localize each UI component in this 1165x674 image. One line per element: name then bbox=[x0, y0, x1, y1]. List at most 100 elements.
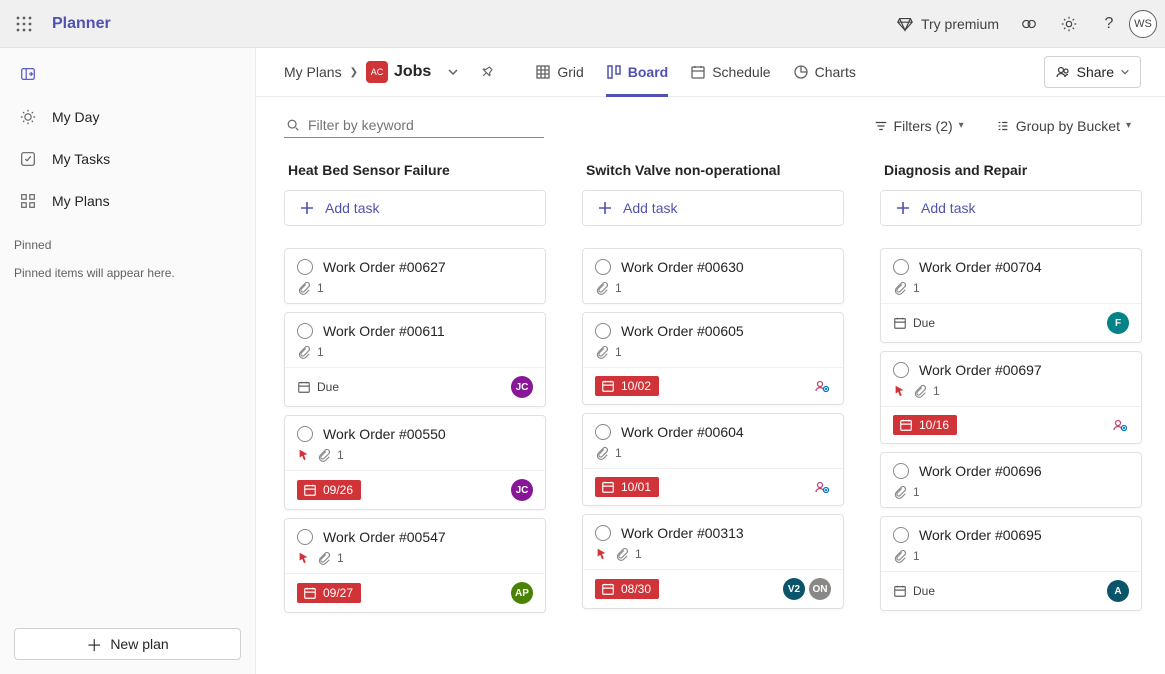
tab-board[interactable]: Board bbox=[606, 48, 668, 97]
app-brand[interactable]: Planner bbox=[52, 15, 111, 33]
assignee-avatars[interactable]: JC bbox=[511, 479, 533, 501]
complete-task-radio[interactable] bbox=[893, 463, 909, 479]
task-card[interactable]: Work Order #006951DueA bbox=[880, 516, 1142, 611]
task-title[interactable]: Work Order #00550 bbox=[323, 426, 446, 442]
task-title[interactable]: Work Order #00547 bbox=[323, 529, 446, 545]
task-card[interactable]: Work Order #00697110/16 bbox=[880, 351, 1142, 444]
copilot-button[interactable] bbox=[1009, 8, 1049, 40]
tab-grid[interactable]: Grid bbox=[535, 48, 583, 97]
due-date-badge[interactable]: Due bbox=[893, 316, 935, 330]
task-card[interactable]: Work Order #00604110/01 bbox=[582, 413, 844, 506]
complete-task-radio[interactable] bbox=[595, 323, 611, 339]
assignee-avatar[interactable]: A bbox=[1107, 580, 1129, 602]
share-button[interactable]: Share bbox=[1044, 56, 1141, 88]
board-scroll[interactable]: Heat Bed Sensor FailureAdd taskWork Orde… bbox=[256, 148, 1165, 674]
plan-title[interactable]: Jobs bbox=[394, 63, 431, 81]
new-plan-button[interactable]: ＋ New plan bbox=[14, 628, 241, 660]
complete-task-radio[interactable] bbox=[595, 424, 611, 440]
task-title[interactable]: Work Order #00696 bbox=[919, 463, 1042, 479]
due-date-badge[interactable]: Due bbox=[297, 380, 339, 394]
plan-menu-dropdown[interactable] bbox=[441, 60, 465, 84]
task-footer: 08/30 V2ON bbox=[583, 569, 843, 608]
add-task-button[interactable]: Add task bbox=[582, 190, 844, 226]
assignee-avatars[interactable]: F bbox=[1107, 312, 1129, 334]
settings-button[interactable] bbox=[1049, 8, 1089, 40]
complete-task-radio[interactable] bbox=[893, 527, 909, 543]
task-title[interactable]: Work Order #00695 bbox=[919, 527, 1042, 543]
bucket-title[interactable]: Switch Valve non-operational bbox=[582, 156, 844, 190]
tab-charts[interactable]: Charts bbox=[793, 48, 856, 97]
bucket-title[interactable]: Heat Bed Sensor Failure bbox=[284, 156, 546, 190]
attachment-icon bbox=[913, 384, 927, 398]
due-date-badge[interactable]: 09/26 bbox=[297, 480, 361, 500]
task-title[interactable]: Work Order #00627 bbox=[323, 259, 446, 275]
task-title[interactable]: Work Order #00313 bbox=[621, 525, 744, 541]
breadcrumb-root[interactable]: My Plans bbox=[284, 64, 342, 80]
add-task-button[interactable]: Add task bbox=[880, 190, 1142, 226]
task-title[interactable]: Work Order #00704 bbox=[919, 259, 1042, 275]
task-title[interactable]: Work Order #00611 bbox=[323, 323, 445, 339]
task-card[interactable]: Work Order #006961 bbox=[880, 452, 1142, 508]
assignee-avatar[interactable]: JC bbox=[511, 376, 533, 398]
task-title[interactable]: Work Order #00697 bbox=[919, 362, 1042, 378]
app-launcher-icon[interactable] bbox=[8, 0, 40, 48]
due-date-badge[interactable]: 10/16 bbox=[893, 415, 957, 435]
try-premium-button[interactable]: Try premium bbox=[885, 8, 1009, 40]
add-task-button[interactable]: Add task bbox=[284, 190, 546, 226]
assignee-avatars[interactable] bbox=[1111, 416, 1129, 434]
assign-user-icon[interactable] bbox=[813, 377, 831, 395]
complete-task-radio[interactable] bbox=[297, 529, 313, 545]
task-card[interactable]: Work Order #00550109/26JC bbox=[284, 415, 546, 510]
filter-keyword-input[interactable] bbox=[308, 117, 542, 133]
complete-task-radio[interactable] bbox=[297, 323, 313, 339]
collapse-sidebar-button[interactable] bbox=[14, 60, 42, 88]
assignee-avatars[interactable]: V2ON bbox=[783, 578, 831, 600]
task-card[interactable]: Work Order #00605110/02 bbox=[582, 312, 844, 405]
task-card[interactable]: Work Order #007041DueF bbox=[880, 248, 1142, 343]
sidebar-item-my-plans[interactable]: My Plans bbox=[0, 180, 255, 222]
due-date-badge[interactable]: 10/01 bbox=[595, 477, 659, 497]
complete-task-radio[interactable] bbox=[297, 426, 313, 442]
assignee-avatars[interactable]: JC bbox=[511, 376, 533, 398]
assign-user-icon[interactable] bbox=[813, 478, 831, 496]
assignee-avatars[interactable]: AP bbox=[511, 582, 533, 604]
task-card[interactable]: Work Order #006271 bbox=[284, 248, 546, 304]
complete-task-radio[interactable] bbox=[893, 259, 909, 275]
due-date-badge[interactable]: 09/27 bbox=[297, 583, 361, 603]
task-card[interactable]: Work Order #00313108/30V2ON bbox=[582, 514, 844, 609]
account-avatar[interactable]: WS bbox=[1129, 10, 1157, 38]
complete-task-radio[interactable] bbox=[297, 259, 313, 275]
assignee-avatar[interactable]: JC bbox=[511, 479, 533, 501]
task-title[interactable]: Work Order #00630 bbox=[621, 259, 744, 275]
assignee-avatars[interactable]: A bbox=[1107, 580, 1129, 602]
sidebar-item-my-day[interactable]: My Day bbox=[0, 96, 255, 138]
sidebar-item-my-tasks[interactable]: My Tasks bbox=[0, 138, 255, 180]
complete-task-radio[interactable] bbox=[595, 259, 611, 275]
bucket-title[interactable]: Diagnosis and Repair bbox=[880, 156, 1142, 190]
assignee-avatars[interactable] bbox=[813, 478, 831, 496]
assignee-avatar[interactable]: F bbox=[1107, 312, 1129, 334]
task-card[interactable]: Work Order #006111DueJC bbox=[284, 312, 546, 407]
assign-user-icon[interactable] bbox=[1111, 416, 1129, 434]
assignee-avatars[interactable] bbox=[813, 377, 831, 395]
due-date-badge[interactable]: Due bbox=[893, 584, 935, 598]
pinned-section-header: Pinned bbox=[0, 222, 255, 256]
assignee-avatar[interactable]: ON bbox=[809, 578, 831, 600]
task-title[interactable]: Work Order #00605 bbox=[621, 323, 744, 339]
complete-task-radio[interactable] bbox=[893, 362, 909, 378]
help-button[interactable]: ? bbox=[1089, 8, 1129, 40]
group-by-dropdown[interactable]: Group by Bucket ▾ bbox=[990, 114, 1137, 138]
urgent-icon bbox=[297, 551, 311, 565]
pin-plan-button[interactable] bbox=[470, 55, 504, 89]
filters-dropdown[interactable]: Filters (2) ▾ bbox=[868, 114, 970, 138]
task-title[interactable]: Work Order #00604 bbox=[621, 424, 744, 440]
tab-schedule[interactable]: Schedule bbox=[690, 48, 770, 97]
filter-keyword-field[interactable] bbox=[284, 113, 544, 138]
assignee-avatar[interactable]: V2 bbox=[783, 578, 805, 600]
due-date-badge[interactable]: 10/02 bbox=[595, 376, 659, 396]
task-card[interactable]: Work Order #00547109/27AP bbox=[284, 518, 546, 613]
assignee-avatar[interactable]: AP bbox=[511, 582, 533, 604]
complete-task-radio[interactable] bbox=[595, 525, 611, 541]
task-card[interactable]: Work Order #006301 bbox=[582, 248, 844, 304]
due-date-badge[interactable]: 08/30 bbox=[595, 579, 659, 599]
